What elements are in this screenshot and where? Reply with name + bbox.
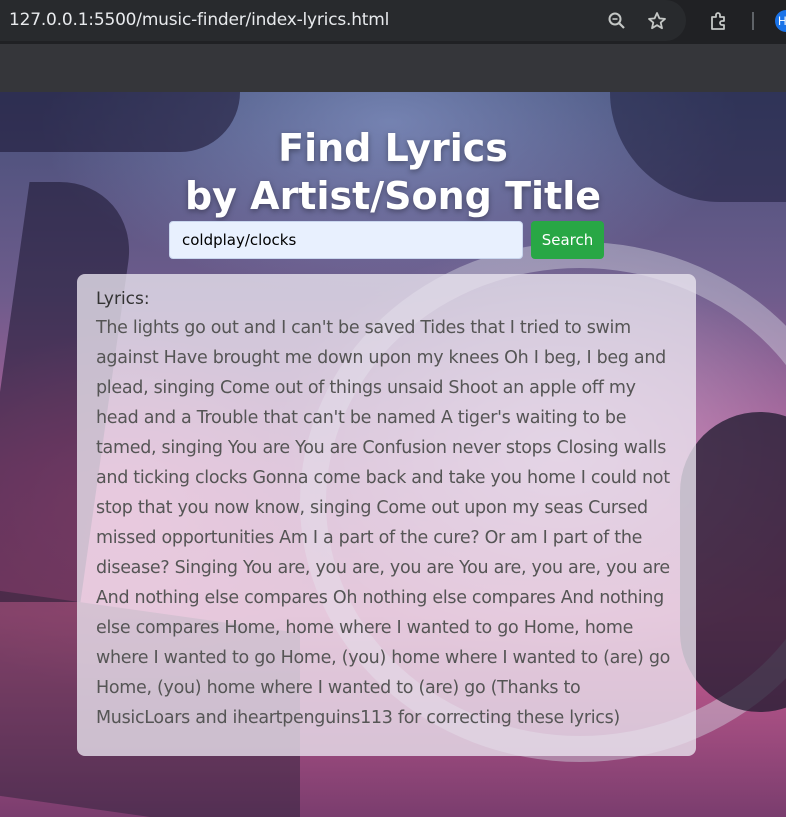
page-background: Find Lyrics by Artist/Song Title Search … (0, 92, 786, 817)
toolbar-separator (752, 12, 754, 30)
extensions-icon[interactable] (709, 11, 729, 31)
page-title: Find Lyrics by Artist/Song Title (0, 124, 786, 220)
page-title-line1: Find Lyrics (278, 126, 508, 170)
address-bar[interactable]: 127.0.0.1:5500/music-finder/index-lyrics… (0, 0, 686, 41)
lyrics-label: Lyrics: (96, 289, 150, 309)
zoom-icon[interactable] (607, 11, 627, 31)
lyrics-text: The lights go out and I can't be saved T… (96, 318, 671, 728)
page-title-line2: by Artist/Song Title (184, 174, 602, 218)
url-text[interactable]: 127.0.0.1:5500/music-finder/index-lyrics… (9, 10, 389, 30)
search-button[interactable]: Search (531, 221, 604, 259)
browser-toolbar: 127.0.0.1:5500/music-finder/index-lyrics… (0, 0, 786, 44)
star-icon[interactable] (647, 11, 667, 31)
lyrics-card: Lyrics: The lights go out and I can't be… (77, 274, 696, 756)
search-input[interactable] (169, 221, 523, 259)
bookmarks-bar (0, 44, 786, 92)
profile-avatar-icon[interactable]: H (775, 10, 786, 32)
